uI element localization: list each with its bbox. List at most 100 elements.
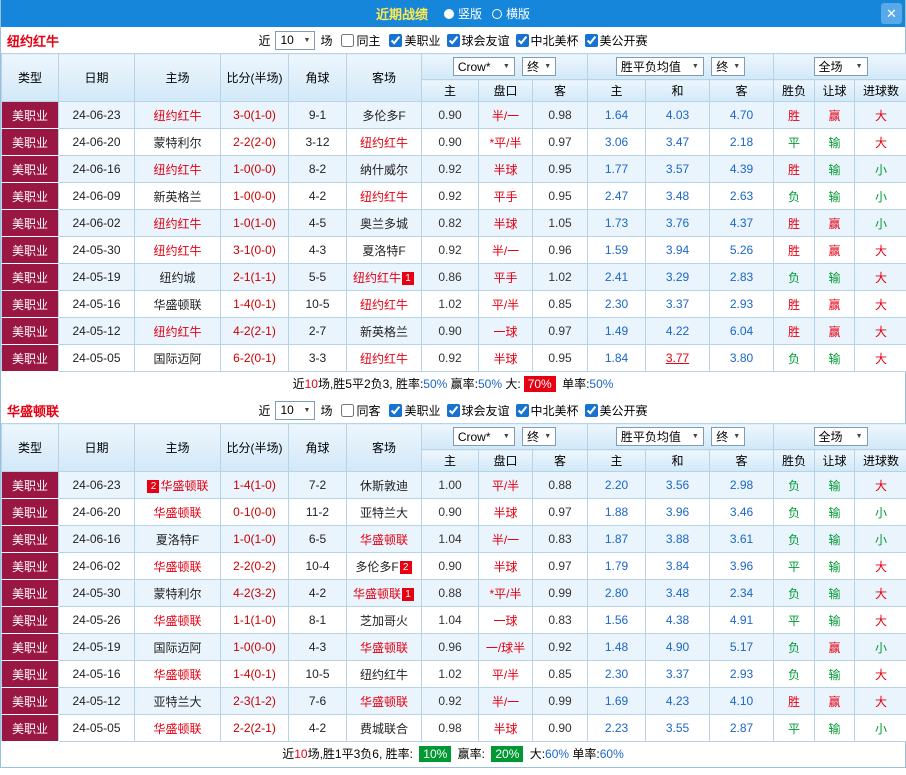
score[interactable]: 1-4(0-1) [221,291,289,318]
league-checkbox[interactable] [585,404,598,417]
league-checkbox[interactable] [389,34,402,47]
final-odds-select[interactable]: 终▼ [711,427,745,446]
score[interactable]: 1-0(0-0) [221,634,289,661]
home-team[interactable]: 纽约红牛 [135,318,221,345]
away-team[interactable]: 夏洛特F [347,237,422,264]
away-team[interactable]: 芝加哥火 [347,607,422,634]
same-venue-filter[interactable]: 同客 [341,402,380,419]
away-team[interactable]: 华盛顿联1 [347,580,422,607]
score[interactable]: 4-2(3-2) [221,580,289,607]
match-count-select[interactable]: 10 ▼ [275,401,315,420]
league-checkbox[interactable] [389,404,402,417]
away-team[interactable]: 新英格兰 [347,318,422,345]
away-team[interactable]: 奥兰多城 [347,210,422,237]
avg-odds-select[interactable]: 胜平负均值▼ [616,57,704,76]
titlebar: 近期战绩 竖版横版 ✕ [1,0,905,27]
home-team[interactable]: 纽约红牛 [135,210,221,237]
home-team[interactable]: 华盛顿联 [135,499,221,526]
home-team[interactable]: 华盛顿联 [135,553,221,580]
league-filter[interactable]: 中北美杯 [516,32,579,49]
score[interactable]: 2-3(1-2) [221,688,289,715]
home-team[interactable]: 华盛顿联 [135,715,221,742]
league-filter[interactable]: 美公开赛 [585,402,648,419]
result-cell: 负 [774,661,815,688]
score[interactable]: 6-2(0-1) [221,345,289,372]
away-team[interactable]: 纳什威尔 [347,156,422,183]
league-filter[interactable]: 球会友谊 [447,32,510,49]
score[interactable]: 2-1(1-1) [221,264,289,291]
chevron-down-icon: ▼ [544,63,551,70]
league-checkbox[interactable] [585,34,598,47]
close-button[interactable]: ✕ [881,3,902,24]
home-team[interactable]: 蒙特利尔 [135,580,221,607]
final-odds-select[interactable]: 终▼ [522,427,556,446]
league-checkbox[interactable] [447,34,460,47]
away-team[interactable]: 纽约红牛 [347,129,422,156]
away-team[interactable]: 纽约红牛 [347,345,422,372]
match-row: 美职业24-06-20华盛顿联0-1(0-0)11-2亚特兰大0.90半球0.9… [2,499,906,526]
home-team[interactable]: 华盛顿联 [135,291,221,318]
score[interactable]: 1-1(1-0) [221,607,289,634]
league-checkbox[interactable] [516,34,529,47]
home-team[interactable]: 国际迈阿 [135,345,221,372]
score[interactable]: 1-0(1-0) [221,210,289,237]
away-team[interactable]: 华盛顿联 [347,688,422,715]
match-count-select[interactable]: 10 ▼ [275,31,315,50]
bookmaker-select[interactable]: Crow*▼ [453,427,515,446]
fulltime-select[interactable]: 全场▼ [814,427,868,446]
score[interactable]: 3-0(1-0) [221,102,289,129]
league-checkbox[interactable] [516,404,529,417]
same-venue-checkbox[interactable] [341,404,354,417]
league-filter[interactable]: 球会友谊 [447,402,510,419]
league-checkbox[interactable] [447,404,460,417]
avg-odds-select[interactable]: 胜平负均值▼ [616,427,704,446]
layout-radio-horizontal[interactable]: 横版 [492,5,530,22]
away-team[interactable]: 纽约红牛 [347,291,422,318]
home-team[interactable]: 2华盛顿联 [135,472,221,499]
away-team[interactable]: 纽约红牛 [347,661,422,688]
col-goals: 进球数 [855,80,906,102]
away-team[interactable]: 华盛顿联 [347,634,422,661]
away-team[interactable]: 休斯敦迪 [347,472,422,499]
away-team[interactable]: 纽约红牛1 [347,264,422,291]
home-team[interactable]: 亚特兰大 [135,688,221,715]
home-team[interactable]: 纽约城 [135,264,221,291]
final-odds-select[interactable]: 终▼ [522,57,556,76]
home-team[interactable]: 蒙特利尔 [135,129,221,156]
fulltime-select[interactable]: 全场▼ [814,57,868,76]
league-filter[interactable]: 美职业 [389,402,440,419]
home-team[interactable]: 纽约红牛 [135,102,221,129]
score[interactable]: 1-4(1-0) [221,472,289,499]
home-team[interactable]: 夏洛特F [135,526,221,553]
score[interactable]: 1-0(0-0) [221,156,289,183]
away-team[interactable]: 亚特兰大 [347,499,422,526]
home-team[interactable]: 华盛顿联 [135,607,221,634]
away-team[interactable]: 多伦多F2 [347,553,422,580]
league-filter[interactable]: 美职业 [389,32,440,49]
same-venue-checkbox[interactable] [341,34,354,47]
final-odds-select[interactable]: 终▼ [711,57,745,76]
home-team[interactable]: 纽约红牛 [135,156,221,183]
score[interactable]: 1-0(0-0) [221,183,289,210]
score[interactable]: 0-1(0-0) [221,499,289,526]
score[interactable]: 1-4(0-1) [221,661,289,688]
home-team[interactable]: 纽约红牛 [135,237,221,264]
score[interactable]: 4-2(2-1) [221,318,289,345]
away-team[interactable]: 纽约红牛 [347,183,422,210]
score[interactable]: 2-2(0-2) [221,553,289,580]
bookmaker-select[interactable]: Crow*▼ [453,57,515,76]
home-team[interactable]: 新英格兰 [135,183,221,210]
home-team[interactable]: 国际迈阿 [135,634,221,661]
home-team[interactable]: 华盛顿联 [135,661,221,688]
league-filter[interactable]: 中北美杯 [516,402,579,419]
score[interactable]: 2-2(2-1) [221,715,289,742]
same-venue-filter[interactable]: 同主 [341,32,380,49]
layout-radio-vertical[interactable]: 竖版 [444,5,482,22]
away-team[interactable]: 华盛顿联 [347,526,422,553]
score[interactable]: 3-1(0-0) [221,237,289,264]
score[interactable]: 2-2(2-0) [221,129,289,156]
away-team[interactable]: 多伦多F [347,102,422,129]
league-filter[interactable]: 美公开赛 [585,32,648,49]
score[interactable]: 1-0(1-0) [221,526,289,553]
away-team[interactable]: 费城联合 [347,715,422,742]
